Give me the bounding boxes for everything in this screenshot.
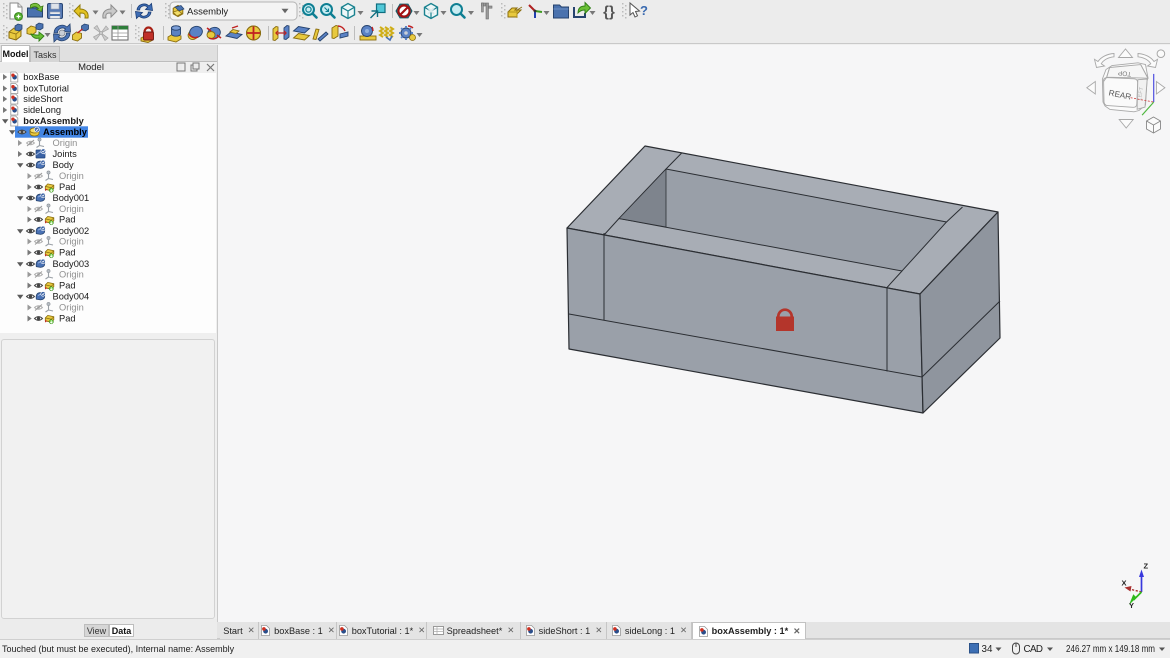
svg-text:Pad: Pad — [59, 248, 76, 258]
svg-text:Body: Body — [53, 160, 75, 170]
svg-text:Body002: Body002 — [53, 226, 90, 236]
svg-text:Body001: Body001 — [53, 193, 90, 203]
svg-text:Assembly: Assembly — [43, 127, 88, 137]
svg-text:boxAssembly: boxAssembly — [23, 116, 84, 126]
svg-text:X: X — [1122, 579, 1127, 588]
svg-text:Origin: Origin — [59, 237, 84, 247]
svg-text:Pad: Pad — [59, 215, 76, 225]
svg-text:sideLong: sideLong — [23, 105, 61, 115]
svg-text:Origin: Origin — [53, 138, 78, 148]
svg-text:Body003: Body003 — [53, 259, 90, 269]
svg-text:Origin: Origin — [59, 270, 84, 280]
svg-text:Joints: Joints — [53, 149, 78, 159]
svg-text:Body004: Body004 — [53, 292, 90, 302]
svg-text:sideShort: sideShort — [23, 94, 63, 104]
svg-text:Assembly: Assembly — [187, 7, 228, 18]
svg-text:Origin: Origin — [59, 171, 84, 181]
svg-text:?: ? — [640, 3, 648, 18]
svg-text:Y: Y — [1129, 601, 1134, 610]
svg-text:Pad: Pad — [59, 314, 76, 324]
svg-text:Origin: Origin — [59, 303, 84, 313]
svg-text:boxBase: boxBase — [23, 72, 59, 82]
svg-text:CAD: CAD — [1024, 644, 1044, 655]
svg-text:{}: {} — [603, 4, 615, 21]
svg-text:Pad: Pad — [59, 182, 76, 192]
svg-text:Pad: Pad — [59, 281, 76, 291]
svg-text:Origin: Origin — [59, 204, 84, 214]
svg-text:Z: Z — [1144, 562, 1149, 571]
svg-text:246.27 mm x 149.18 mm: 246.27 mm x 149.18 mm — [1066, 644, 1155, 655]
svg-text:boxTutorial: boxTutorial — [23, 84, 69, 94]
svg-text:34: 34 — [982, 644, 993, 655]
